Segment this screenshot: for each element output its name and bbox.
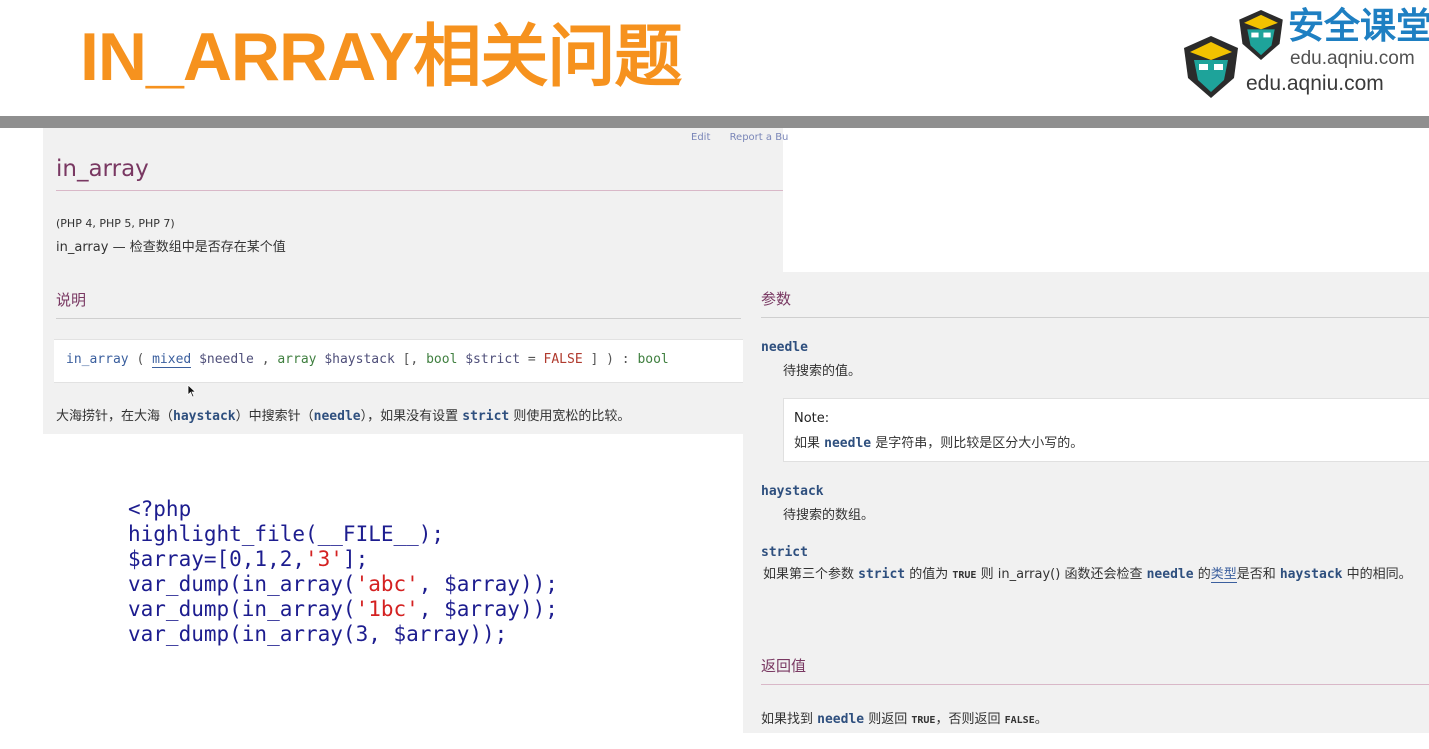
code-text: , $array)); [418,572,558,596]
constant-true: TRUE [952,570,977,581]
desc-text: ），如果没有设置 [360,409,463,424]
types-link[interactable]: 类型 [1210,567,1237,583]
code-line: highlight_file(__FILE__); [128,522,445,546]
note-box: Note: 如果 needle 是字符串，则比较是区分大小写的。 [783,398,1429,462]
sig-type-mixed-link[interactable]: mixed [152,352,192,368]
keyword-needle: needle [313,409,361,424]
php-code-snippet: <?php highlight_file(__FILE__); $array=[0,… [128,497,558,647]
desc-text: 大海捞针，在大海（ [56,409,174,424]
strict-text: 则 in_array() 函数还会检查 [976,567,1147,582]
header-divider [0,116,1429,128]
signature-text: in_array ( mixed $needle , array $haysta… [66,352,669,368]
keyword-needle: needle [1146,567,1194,582]
report-bug-link[interactable]: Report a Bu [730,132,789,143]
code-text: $array=[0,1,2, [128,547,306,571]
function-description: 大海捞针，在大海（haystack）中搜索针（needle），如果没有设置 st… [56,405,630,424]
section-divider [761,684,1429,685]
note-text: 如果 [794,436,825,451]
edit-link[interactable]: Edit [691,132,710,143]
logo-cn-text: 安全课堂 [1288,6,1429,47]
sig-punct: ] ) : [582,352,638,367]
keyword-haystack: haystack [1279,567,1343,582]
code-string: '1bc' [355,597,419,621]
return-text: 如果找到 [761,712,818,727]
return-text: 则返回 [864,712,912,727]
section-heading-parameters: 参数 [761,290,792,308]
section-divider [761,317,1429,318]
code-line: var_dump(in_array('abc', $array)); [128,572,558,597]
sig-function[interactable]: in_array [66,352,129,367]
strict-text: 中的相同。 [1342,567,1412,582]
param-strict-desc: 如果第三个参数 strict 的值为 TRUE 则 in_array() 函数还… [763,564,1423,586]
code-line: $array=[0,1,2,'3']; [128,547,558,572]
shield-mascot-icon [1184,36,1238,98]
desc-text: ）中搜索针（ [235,409,314,424]
sig-default-false: FALSE [543,352,583,367]
doc-panel-left: Edit Report a Bu in_array (PHP 4, PHP 5,… [43,128,788,434]
sig-return-type: bool [637,352,669,367]
doc-panel-right: 参数 needle 待搜索的值。 Note: 如果 needle 是字符串，则比… [743,272,1429,733]
sig-punct: ( [128,352,153,367]
function-signature: in_array ( mixed $needle , array $haysta… [54,339,745,383]
code-text: var_dump(in_array( [128,572,356,596]
desc-text: 则使用宽松的比较。 [509,409,631,424]
param-haystack-desc: 待搜索的数组。 [783,508,875,523]
mouse-cursor-icon [187,384,197,398]
section-heading-return: 返回值 [761,657,807,675]
keyword-strict: strict [462,409,510,424]
param-strict-name: strict [761,545,808,560]
keyword-needle: needle [824,436,872,451]
section-heading-description: 说明 [56,291,87,309]
sig-punct: , [253,352,278,367]
function-title: in_array [56,156,149,182]
param-needle-desc: 待搜索的值。 [783,364,862,379]
strict-text: 的值为 [905,567,953,582]
function-purpose: in_array — 检查数组中是否存在某个值 [56,240,286,255]
code-text: , $array)); [418,597,558,621]
param-haystack-name: haystack [761,484,824,499]
slide-title: IN_ARRAY相关问题 [80,19,682,95]
brand-logo: 安全课堂 edu.aqniu.com edu.aqniu.com [1180,4,1429,104]
sig-param-needle: $needle [191,352,254,367]
title-divider [56,190,783,191]
param-needle-name: needle [761,340,808,355]
sig-param-haystack: $haystack [316,352,395,367]
code-text: ]; [342,547,369,571]
php-versions: (PHP 4, PHP 5, PHP 7) [56,217,175,230]
constant-true: TRUE [911,715,936,726]
keyword-haystack: haystack [173,409,236,424]
strict-text: 是否和 [1236,567,1280,582]
note-body: 如果 needle 是字符串，则比较是区分大小写的。 [794,432,1083,451]
note-title: Note: [794,411,830,426]
note-text: 是字符串，则比较是区分大小写的。 [871,436,1084,451]
sig-type-bool: bool [426,352,458,367]
return-text: 。 [1034,712,1048,727]
code-text: var_dump(in_array( [128,597,356,621]
sig-punct: = [520,352,544,367]
return-text: ，否则返回 [935,712,1005,727]
strict-text: 如果第三个参数 [763,567,859,582]
sig-param-strict: $strict [457,352,521,367]
section-divider [56,318,741,319]
shield-mascot-icon [1239,10,1283,60]
code-string: '3' [305,547,343,571]
code-line: var_dump(in_array(3, $array)); [128,622,508,646]
constant-false: FALSE [1004,715,1035,726]
sig-punct: [, [394,352,427,367]
logo-url: edu.aqniu.com [1246,72,1384,95]
return-description: 如果找到 needle 则返回 TRUE，否则返回 FALSE。 [761,708,1048,727]
sig-type-array: array [277,352,317,367]
doc-top-links: Edit Report a Bu [691,132,804,143]
keyword-strict: strict [858,567,906,582]
code-line: <?php [128,497,192,521]
strict-text: 的 [1193,567,1211,582]
code-line: var_dump(in_array('1bc', $array)); [128,597,558,622]
logo-url-ghost: edu.aqniu.com [1290,48,1415,69]
keyword-needle: needle [817,712,865,727]
code-string: 'abc' [355,572,419,596]
